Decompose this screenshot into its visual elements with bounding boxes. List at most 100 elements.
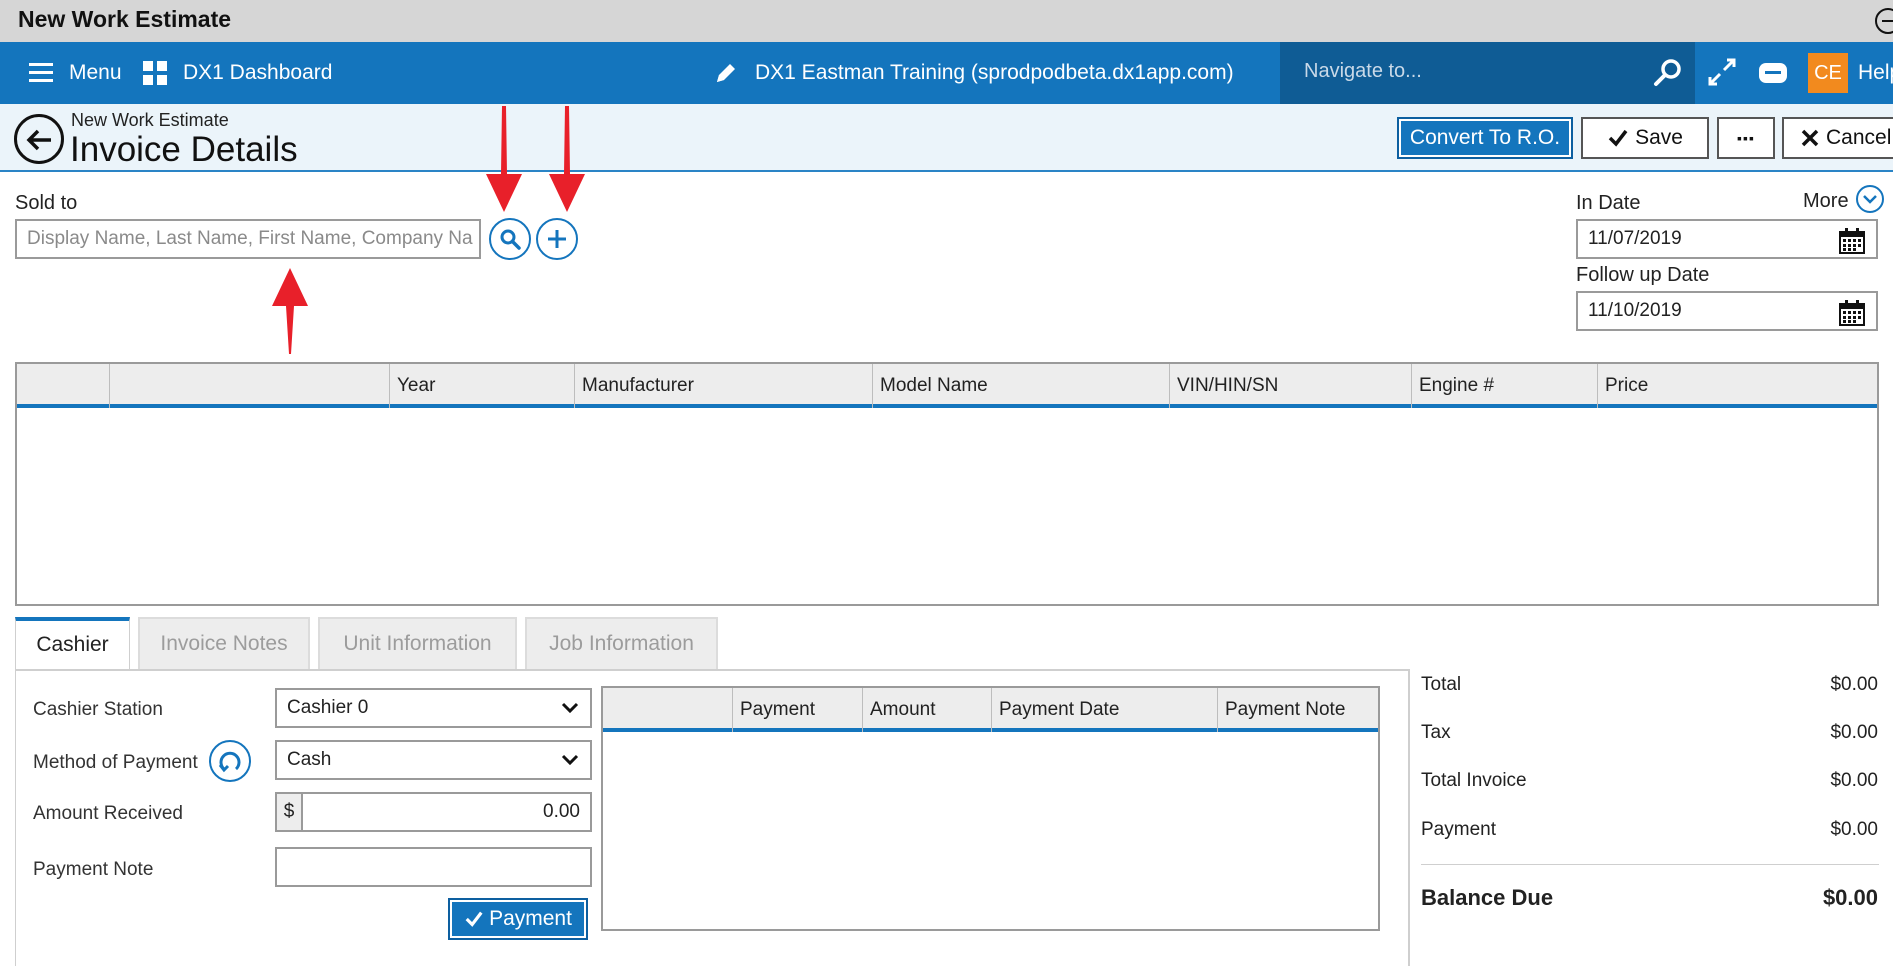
unit-col-select[interactable] [17,364,110,408]
chevron-down-icon [561,702,579,714]
dashboard-button[interactable]: DX1 Dashboard [143,42,332,104]
payment-summary-label: Payment [1421,819,1496,840]
payment-col-date[interactable]: Payment Date [992,688,1218,732]
magnifier-icon [500,229,521,250]
refresh-icon [218,751,241,773]
amount-received-label: Amount Received [33,803,183,824]
cashier-station-label: Cashier Station [33,699,163,720]
cashier-station-select[interactable]: Cashier 0 [275,688,592,728]
menu-button[interactable]: Menu [29,42,122,104]
follow-up-date-input[interactable]: 11/10/2019 [1576,291,1878,331]
total-invoice-label: Total Invoice [1421,770,1527,791]
add-customer-button[interactable] [536,218,578,260]
refresh-payment-methods-button[interactable] [209,740,251,782]
tab-invoice-notes[interactable]: Invoice Notes [138,617,310,669]
payment-col-note[interactable]: Payment Note [1218,688,1378,732]
checkmark-icon [1608,129,1628,147]
annotation-arrow-down-icon [549,106,585,212]
convert-to-ro-button[interactable]: Convert To R.O. [1397,117,1573,159]
more-toggle-label[interactable]: More [1803,190,1849,213]
method-of-payment-select[interactable]: Cash [275,740,592,780]
payment-table-header: Payment Amount Payment Date Payment Note [603,688,1378,732]
arrow-left-icon [26,129,51,151]
payment-summary-value: $0.00 [1830,819,1878,840]
pencil-icon [717,64,735,82]
menu-label: Menu [69,61,122,84]
payment-col-select[interactable] [603,688,733,732]
user-avatar[interactable]: CE [1808,53,1848,93]
save-button[interactable]: Save [1581,117,1709,159]
cancel-button[interactable]: Cancel [1782,117,1893,159]
tax-value: $0.00 [1830,722,1878,743]
save-label: Save [1635,126,1683,149]
in-date-value: 11/07/2019 [1588,228,1682,249]
sold-to-input[interactable]: Display Name, Last Name, First Name, Com… [15,219,481,259]
tab-cashier[interactable]: Cashier [15,617,130,669]
back-button[interactable] [14,114,64,164]
checkmark-icon [465,911,483,927]
total-value: $0.00 [1830,674,1878,695]
chat-icon[interactable] [1757,60,1789,88]
amount-received-input[interactable]: 0.00 [301,792,592,832]
amount-received-value: 0.00 [543,801,580,822]
page-title: Invoice Details [70,130,298,169]
unit-col-model-name[interactable]: Model Name [873,364,1170,408]
payment-col-amount[interactable]: Amount [863,688,992,732]
window-titlebar: New Work Estimate [0,0,1893,42]
payment-col-payment[interactable]: Payment [733,688,863,732]
sold-to-placeholder: Display Name, Last Name, First Name, Com… [27,228,473,249]
navigate-search-box[interactable]: Navigate to... [1280,42,1695,104]
close-icon [1801,129,1819,147]
currency-symbol: $ [275,792,303,832]
follow-up-date-value: 11/10/2019 [1588,300,1682,321]
company-title-label: DX1 Eastman Training (sprodpodbeta.dx1ap… [755,61,1234,84]
payment-table[interactable]: Payment Amount Payment Date Payment Note [601,686,1380,931]
in-date-label: In Date [1576,192,1641,214]
chevron-down-icon [561,754,579,766]
dashboard-label: DX1 Dashboard [183,61,333,84]
follow-up-date-label: Follow up Date [1576,264,1710,286]
payment-note-label: Payment Note [33,859,154,880]
summary-divider [1421,864,1879,865]
payment-button-label: Payment [489,907,572,930]
dashboard-grid-icon [143,61,167,85]
unit-table[interactable]: Year Manufacturer Model Name VIN/HIN/SN … [15,362,1879,606]
tax-label: Tax [1421,722,1451,743]
unit-col-vin[interactable]: VIN/HIN/SN [1170,364,1412,408]
unit-col-blank[interactable] [110,364,390,408]
plus-icon [548,230,566,248]
unit-col-manufacturer[interactable]: Manufacturer [575,364,873,408]
calendar-icon[interactable] [1838,299,1866,327]
method-of-payment-value: Cash [287,749,332,770]
unit-col-year[interactable]: Year [390,364,575,408]
total-label: Total [1421,674,1462,695]
unit-table-header: Year Manufacturer Model Name VIN/HIN/SN … [17,364,1877,408]
tab-job-information[interactable]: Job Information [525,617,718,669]
in-date-input[interactable]: 11/07/2019 [1576,219,1878,259]
balance-due-label: Balance Due [1421,885,1554,910]
company-title[interactable]: DX1 Eastman Training (sprodpodbeta.dx1ap… [713,42,1234,104]
minimize-icon[interactable] [1875,8,1893,34]
unit-col-engine[interactable]: Engine # [1412,364,1598,408]
calendar-icon[interactable] [1838,227,1866,255]
annotation-arrow-down-icon [486,106,522,212]
balance-due-value: $0.00 [1822,885,1878,910]
help-link[interactable]: Help [1858,42,1893,104]
payment-note-input[interactable] [275,847,592,887]
cancel-label: Cancel [1826,126,1892,149]
annotation-arrow-up-icon [272,268,308,354]
more-actions-button[interactable]: ▪▪▪ [1717,117,1775,159]
chevron-down-circle-icon[interactable] [1855,184,1885,214]
expand-icon[interactable] [1707,57,1737,87]
navigate-placeholder: Navigate to... [1304,60,1422,82]
method-of-payment-label: Method of Payment [33,752,198,773]
unit-col-price[interactable]: Price [1598,364,1877,408]
tab-unit-information[interactable]: Unit Information [318,617,517,669]
total-invoice-value: $0.00 [1830,770,1878,791]
search-icon[interactable] [1653,58,1683,88]
hamburger-icon [29,63,53,83]
payment-button[interactable]: Payment [448,898,588,940]
customer-search-button[interactable] [489,218,531,260]
breadcrumb: New Work Estimate [71,110,229,130]
cashier-station-value: Cashier 0 [287,697,369,718]
